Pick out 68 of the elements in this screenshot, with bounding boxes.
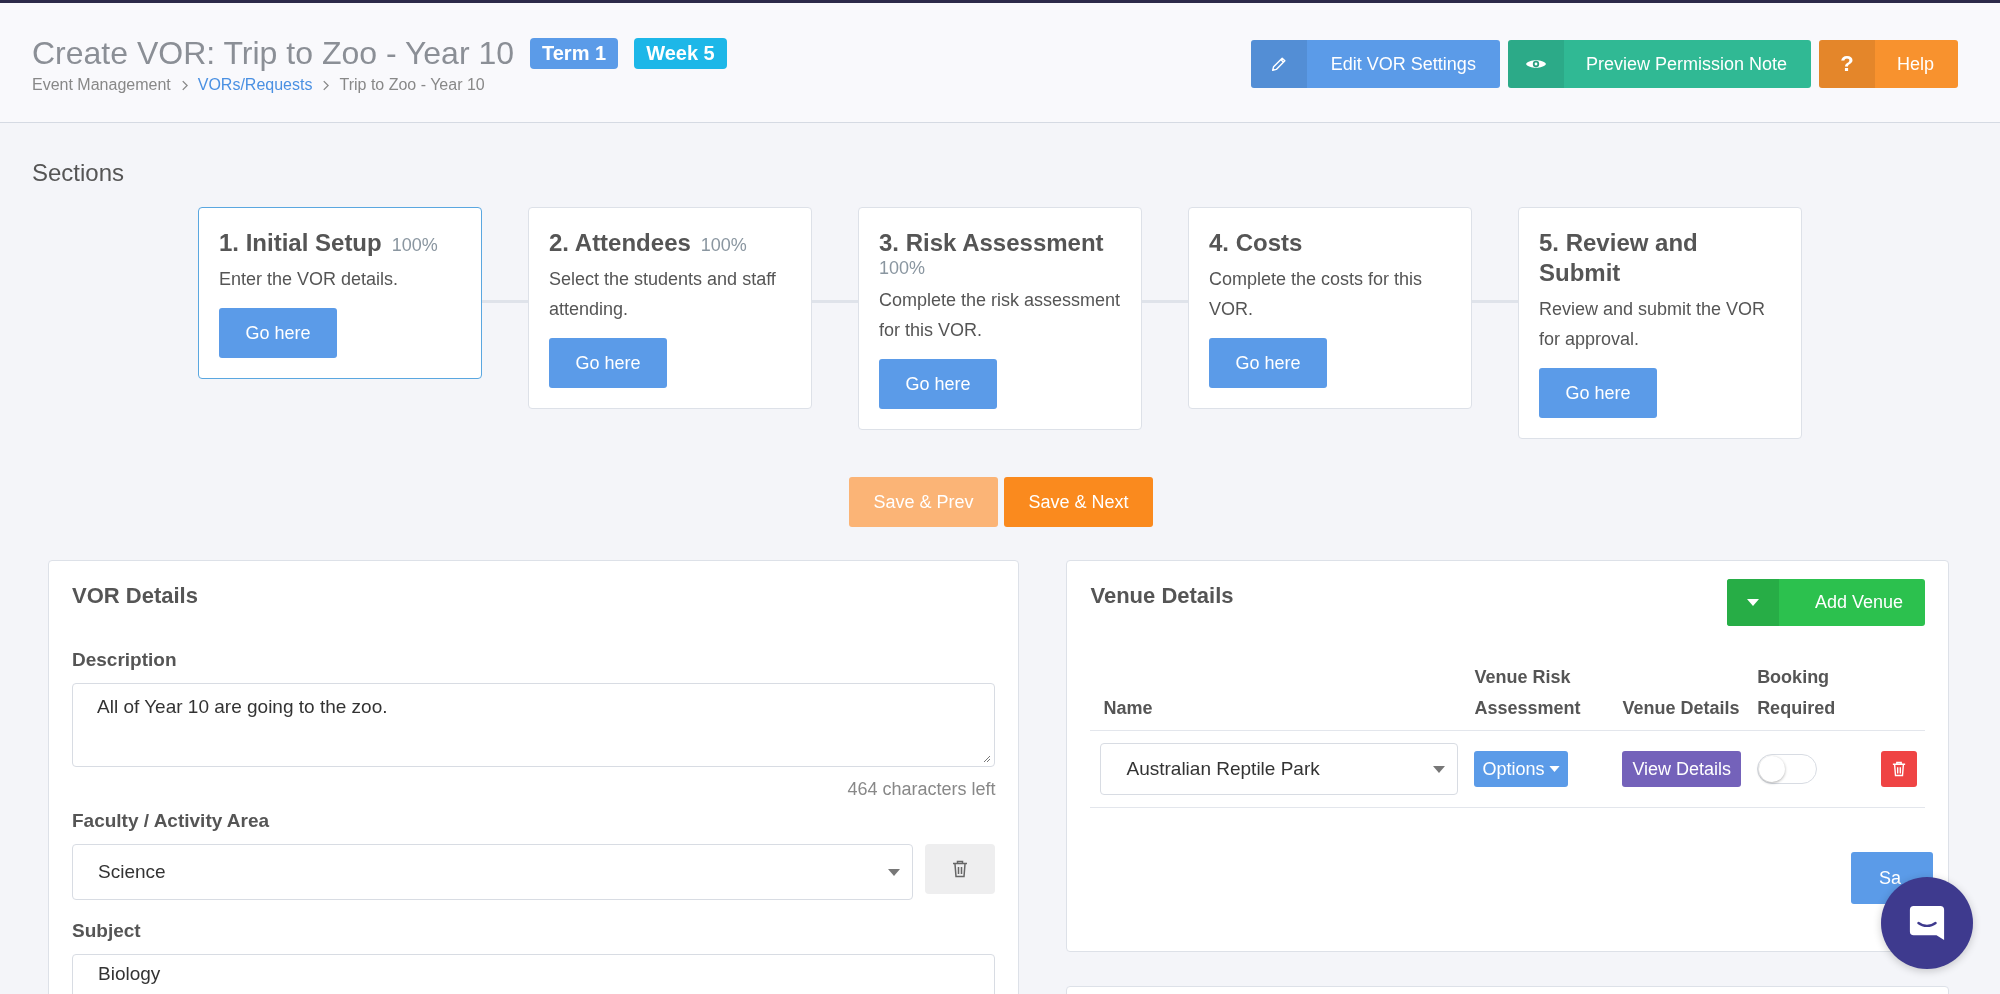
chevron-right-icon (322, 79, 330, 91)
step-card[interactable]: 3. Risk Assessment 100% Complete the risk assessment for this VOR. Go here (858, 207, 1142, 430)
help-icon: ? (1840, 51, 1854, 77)
resize-grip-icon (983, 755, 992, 763)
add-venue-button[interactable]: Add Venue (1726, 579, 1925, 626)
panel-title: Venue Details (1090, 583, 1234, 609)
column-header: Booking Required (1749, 662, 1863, 731)
caret-icon (1433, 765, 1446, 773)
step-description: Complete the risk assessment for this VOR. (879, 289, 1121, 342)
delete-button[interactable] (1881, 751, 1917, 787)
caret-icon (1548, 766, 1560, 772)
go-here-button[interactable]: Go here (549, 338, 667, 388)
go-here-button[interactable]: Go here (219, 308, 337, 358)
go-here-button[interactable]: Go here (879, 359, 997, 409)
chat-icon (1908, 904, 1946, 942)
step-percent: 100% (700, 235, 747, 256)
step-card[interactable]: 1. Initial Setup 100% Enter the VOR details. Go here (198, 207, 482, 379)
field-label: Description (72, 649, 178, 671)
column-header: Venue Details (1614, 662, 1750, 731)
step-description: Select the students and staff attending. (549, 268, 777, 321)
caret-icon (888, 868, 901, 876)
chevron-right-icon (180, 79, 188, 91)
booking-toggle[interactable] (1757, 754, 1818, 784)
breadcrumb-link[interactable]: VORs/Requests (197, 76, 313, 94)
step-card[interactable]: 4. Costs Complete the costs for this VOR. Go here (1188, 207, 1472, 409)
step-title: 2. Attendees (549, 228, 691, 258)
description-field[interactable]: All of Year 10 are going to the zoo. (72, 683, 996, 767)
step-percent: 100% (879, 258, 926, 279)
term-badge: Week 5 (634, 38, 727, 69)
venue-select[interactable]: Australian Reptile Park (1100, 743, 1459, 795)
options-button[interactable]: Options (1474, 751, 1568, 787)
header-button[interactable]: Preview Permission Note (1507, 40, 1811, 88)
column-header: Name (1090, 662, 1467, 731)
step-title: 4. Costs (1209, 228, 1303, 258)
trash-icon (1892, 761, 1906, 777)
faculty-select[interactable]: Science (72, 844, 914, 900)
page-title: Create VOR: Trip to Zoo - Year 10 (32, 35, 514, 72)
save-button[interactable]: Save & Next (1004, 477, 1153, 527)
step-title: 3. Risk Assessment (879, 228, 1104, 258)
breadcrumb-item: Trip to Zoo - Year 10 (339, 76, 485, 94)
eye-icon (1524, 57, 1547, 71)
delete-button[interactable] (925, 844, 996, 894)
header-button[interactable]: ? Help (1818, 40, 1958, 88)
step-card[interactable]: 5. Review and Submit Review and submit the VOR for approval. Go here (1518, 207, 1802, 439)
go-here-button[interactable]: Go here (1539, 368, 1657, 418)
step-description: Complete the costs for this VOR. (1209, 268, 1424, 321)
field-label: Subject (72, 920, 142, 942)
panel-title: VOR Details (72, 583, 199, 609)
breadcrumb-item: Event Management (32, 76, 171, 94)
description-text: All of Year 10 are going to the zoo. (97, 696, 388, 717)
step-title: 5. Review and Submit (1539, 228, 1699, 288)
step-description: Enter the VOR details. (219, 268, 400, 291)
field-label: Faculty / Activity Area (72, 810, 271, 832)
trash-icon (952, 860, 969, 878)
step-percent: 100% (391, 235, 438, 256)
caret-icon (1746, 599, 1759, 606)
view-details-button[interactable]: View Details (1622, 751, 1742, 787)
sections-heading: Sections (31, 158, 126, 187)
pencil-icon (1269, 55, 1288, 73)
step-description: Review and submit the VOR for approval. (1539, 298, 1767, 351)
term-badge: Term 1 (530, 38, 619, 69)
step-card[interactable]: 2. Attendees 100% Select the students and staff attending. Go here (528, 207, 812, 409)
header-button[interactable]: Edit VOR Settings (1250, 40, 1500, 88)
subject-field[interactable]: Biology (72, 954, 996, 994)
character-counter: 464 characters left (846, 779, 996, 800)
go-here-button[interactable]: Go here (1209, 338, 1327, 388)
step-title: 1. Initial Setup (219, 228, 382, 258)
column-header: Venue Risk Assessment (1466, 662, 1615, 731)
